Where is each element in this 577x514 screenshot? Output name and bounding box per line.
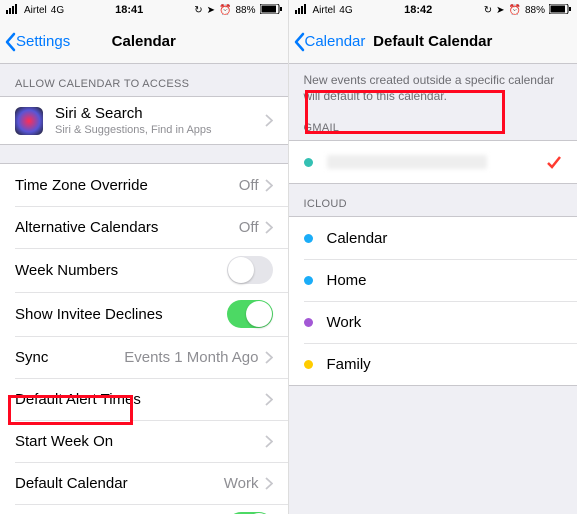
siri-sub: Siri & Suggestions, Find in Apps [55, 124, 253, 136]
week-numbers-toggle[interactable] [227, 256, 273, 284]
calendar-name: Home [327, 272, 367, 289]
section-header-icloud: ICLOUD [289, 184, 577, 216]
icloud-calendar-item[interactable]: Family [289, 343, 577, 385]
phone-default-calendar: Airtel 4G 18:42 ↻ ➤ ⏰ 88% Calendar Defau… [289, 0, 577, 514]
back-button[interactable]: Calendar [289, 32, 366, 52]
nav-bar: Settings Calendar [0, 20, 288, 64]
network-label: 4G [339, 5, 352, 16]
chevron-right-icon [265, 179, 273, 192]
default-alert-times-row[interactable]: Default Alert Times [0, 378, 288, 420]
back-button[interactable]: Settings [0, 32, 70, 52]
alarm-icon: ⏰ [219, 5, 231, 16]
siri-title: Siri & Search [55, 105, 253, 122]
status-bar: Airtel 4G 18:41 ↻ ➤ ⏰ 88% [0, 0, 288, 20]
checkmark-icon [546, 155, 562, 169]
calendar-color-dot [304, 318, 313, 327]
alarm-icon: ⏰ [509, 5, 521, 16]
calendar-name: Family [327, 356, 371, 373]
calendar-color-dot [304, 158, 313, 167]
show-invitee-declines-row: Show Invitee Declines [0, 292, 288, 336]
network-label: 4G [51, 5, 64, 16]
sync-row[interactable]: Sync Events 1 Month Ago [0, 336, 288, 378]
calendar-name: Work [327, 314, 362, 331]
battery-icon [549, 4, 571, 17]
carrier-label: Airtel [313, 5, 336, 16]
section-header-access: ALLOW CALENDAR TO ACCESS [0, 64, 288, 96]
signal-icon [6, 4, 20, 17]
alternative-calendars-row[interactable]: Alternative Calendars Off [0, 206, 288, 248]
siri-icon [15, 107, 43, 135]
signal-icon [295, 4, 309, 17]
calendar-color-dot [304, 234, 313, 243]
clock: 18:42 [404, 4, 432, 16]
chevron-right-icon [265, 393, 273, 406]
back-label: Settings [16, 33, 70, 50]
calendar-color-dot [304, 360, 313, 369]
rotation-lock-icon: ↻ [484, 5, 492, 16]
clock: 18:41 [115, 4, 143, 16]
default-calendar-row[interactable]: Default Calendar Work [0, 462, 288, 504]
start-week-on-row[interactable]: Start Week On [0, 420, 288, 462]
chevron-right-icon [265, 435, 273, 448]
status-bar: Airtel 4G 18:42 ↻ ➤ ⏰ 88% [289, 0, 577, 20]
location-icon: ➤ [207, 5, 215, 16]
chevron-right-icon [265, 351, 273, 364]
carrier-label: Airtel [24, 5, 47, 16]
calendar-name: Calendar [327, 230, 388, 247]
week-numbers-row: Week Numbers [0, 248, 288, 292]
icloud-calendar-item[interactable]: Work [289, 301, 577, 343]
rotation-lock-icon: ↻ [194, 5, 202, 16]
battery-icon [260, 4, 282, 17]
time-zone-override-row[interactable]: Time Zone Override Off [0, 164, 288, 206]
chevron-right-icon [265, 221, 273, 234]
nav-bar: Calendar Default Calendar [289, 20, 577, 64]
phone-calendar-settings: Airtel 4G 18:41 ↻ ➤ ⏰ 88% Settings Calen… [0, 0, 289, 514]
icloud-calendar-item[interactable]: Home [289, 259, 577, 301]
location-icon: ➤ [496, 5, 504, 16]
battery-percent: 88% [235, 5, 255, 16]
gmail-account-redacted [327, 155, 487, 169]
section-header-gmail: GMAIL [289, 108, 577, 140]
location-suggestions-row: Location Suggestions [0, 504, 288, 514]
chevron-right-icon [265, 114, 273, 127]
siri-search-row[interactable]: Siri & Search Siri & Suggestions, Find i… [0, 97, 288, 144]
back-label: Calendar [305, 33, 366, 50]
icloud-calendar-item[interactable]: Calendar [289, 217, 577, 259]
section-note: New events created outside a specific ca… [289, 64, 577, 108]
invitee-declines-toggle[interactable] [227, 300, 273, 328]
gmail-calendar-item[interactable] [289, 141, 577, 183]
battery-percent: 88% [525, 5, 545, 16]
chevron-right-icon [265, 477, 273, 490]
calendar-color-dot [304, 276, 313, 285]
